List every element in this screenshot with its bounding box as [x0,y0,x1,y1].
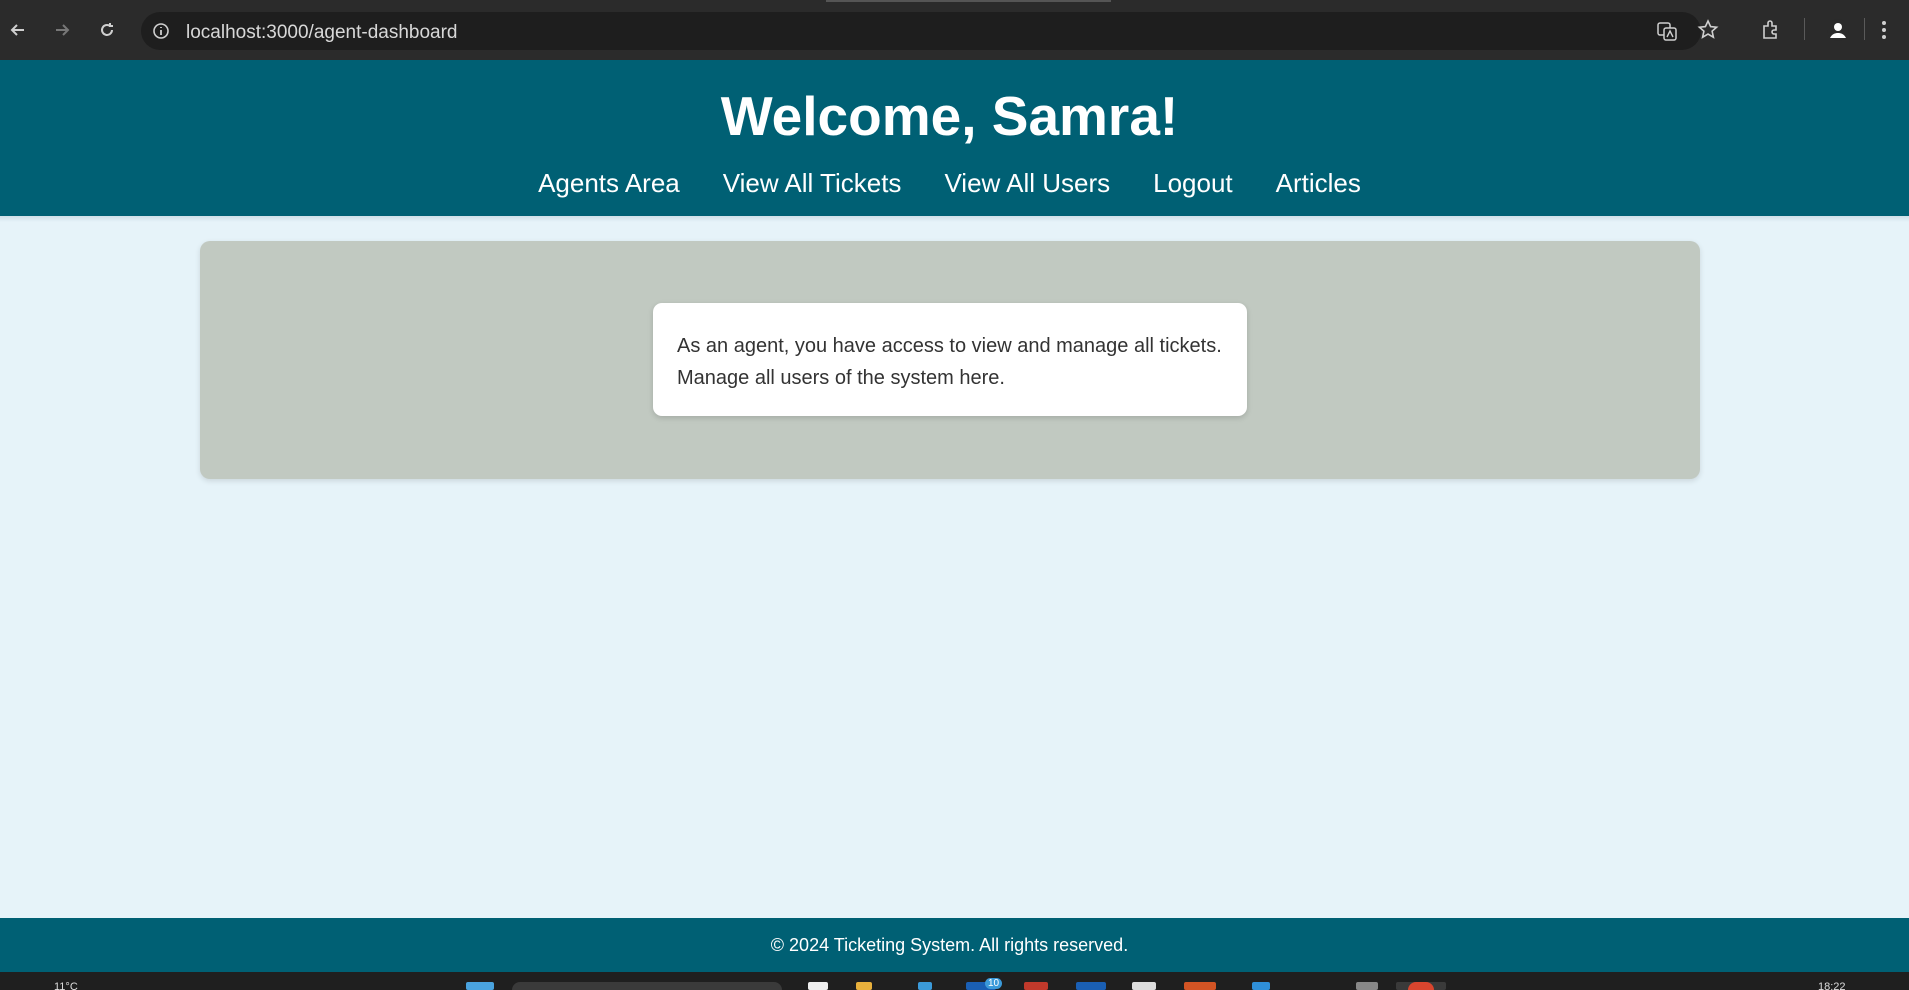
nav-view-all-tickets[interactable]: View All Tickets [723,168,902,199]
start-icon[interactable] [466,982,494,990]
bookmark-star-icon[interactable] [1696,18,1720,42]
tab-strip-hint [826,0,1111,2]
url-text[interactable]: localhost:3000/agent-dashboard [186,22,457,44]
translate-icon[interactable] [1656,20,1678,42]
menu-icon[interactable] [1872,18,1896,42]
toolbar-separator [1864,18,1865,40]
forward-button[interactable] [47,15,77,45]
back-icon [10,24,24,36]
vscode-icon[interactable] [1252,982,1270,990]
notification-badge: 10 [985,978,1003,989]
mail-icon[interactable] [1024,982,1048,990]
info-line-tickets: As an agent, you have access to view and… [677,335,1222,357]
profile-icon[interactable] [1826,18,1850,42]
reload-icon [101,23,113,36]
taskbar-app-icon[interactable] [1132,982,1156,990]
chrome-icon [1408,982,1434,990]
clock-text: 18:22 [1818,981,1846,990]
taskbar-app-icon[interactable] [1356,982,1378,990]
footer-copyright: © 2024 Ticketing System. All rights rese… [770,935,1129,955]
nav-articles[interactable]: Articles [1276,168,1361,199]
taskbar-search[interactable] [512,982,782,990]
folder-icon[interactable] [856,982,872,990]
taskbar-app-icon[interactable] [1076,982,1106,990]
taskbar-app-icon[interactable] [918,982,932,990]
info-icon[interactable] [151,21,171,41]
toolbar-separator [1804,18,1805,40]
nav-logout[interactable]: Logout [1153,168,1233,199]
browser-toolbar: localhost:3000/agent-dashboard [0,0,1909,60]
extensions-icon[interactable] [1759,18,1783,42]
back-button[interactable] [3,15,33,45]
taskbar-app-icon[interactable] [1184,982,1216,990]
page-title: Welcome, Samra! [720,85,1179,147]
app-footer: © 2024 Ticketing System. All rights rese… [0,918,1909,972]
address-bar[interactable]: localhost:3000/agent-dashboard [141,12,1701,50]
main-nav: Agents Area View All Tickets View All Us… [0,168,1899,199]
forward-icon [56,24,70,36]
os-taskbar: 11°C 10 18:22 [0,972,1909,990]
weather-text: 11°C [54,981,78,990]
dashboard-panel: As an agent, you have access to view and… [200,241,1700,479]
nav-agents-area[interactable]: Agents Area [538,168,680,199]
nav-view-all-users[interactable]: View All Users [944,168,1110,199]
info-card: As an agent, you have access to view and… [653,303,1247,416]
info-line-users: Manage all users of the system here. [677,367,1005,389]
taskbar-app-icon[interactable] [808,982,828,990]
header-shadow [0,216,1909,222]
reload-button[interactable] [92,15,122,45]
